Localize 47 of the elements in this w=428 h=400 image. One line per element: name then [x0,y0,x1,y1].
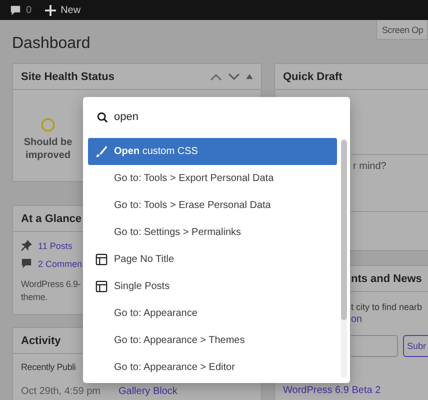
health-status: Should be improved [22,136,74,162]
submit-button[interactable]: Subr [403,335,428,357]
location-link[interactable]: on [351,314,362,325]
card-title: Activity [21,334,61,346]
command-item[interactable]: Go to: Settings > Permalinks [88,219,337,246]
version-text: WordPress 6.9- [21,278,81,291]
content-placeholder: r mind? [353,161,386,172]
city-field[interactable] [351,335,398,357]
comment-count: 0 [26,4,32,16]
content-field[interactable]: r mind? [351,154,428,212]
card-title: At a Glance [21,212,82,224]
news-link[interactable]: WordPress 6.9 Beta 2 [283,385,381,396]
layout-icon [94,253,108,266]
command-item[interactable]: Go to: Appearance > Editor [88,354,337,381]
command-item[interactable]: Go to: Appearance [88,300,337,327]
card-title: Quick Draft [283,70,342,82]
command-item[interactable]: Go to: Appearance > Themes [88,327,337,354]
posts-link[interactable]: 11 Posts [38,240,72,250]
status-circle-icon [41,118,55,132]
page-title: Dashboard [12,35,90,53]
chevron-down-icon[interactable] [228,72,240,80]
command-item[interactable]: Page No Title [88,246,337,273]
comment-icon [21,258,32,269]
command-item[interactable]: Single Posts [88,273,337,300]
command-item[interactable]: Go to: Tools > Erase Personal Data [88,192,337,219]
card-title: Site Health Status [21,70,115,82]
new-link[interactable]: New [60,4,81,16]
layout-icon [94,280,108,293]
section-label: Recently Publi [21,362,76,372]
post-date: Oct 29th, 4:59 pm [21,386,100,397]
comment-icon[interactable] [10,4,21,16]
brush-icon [94,145,108,158]
comments-link[interactable]: 2 Commen [38,258,82,268]
scrollbar-thumb[interactable] [341,140,347,320]
events-text: t city to find nearb [351,302,422,312]
command-item[interactable]: Open custom CSS [88,138,337,165]
triangle-icon[interactable] [246,74,253,79]
plus-icon[interactable] [44,4,56,16]
chevron-up-icon[interactable] [210,72,222,80]
pin-icon [21,240,32,251]
version-text: theme. [21,291,48,304]
screen-options-tab[interactable]: Screen Op [376,20,428,40]
command-item[interactable]: Go to: Tools > Export Personal Data [88,165,337,192]
card-title: nts and News [351,272,422,284]
search-icon [97,112,108,122]
search-field[interactable]: open [114,111,138,123]
post-link[interactable]: Gallery Block [118,386,178,397]
